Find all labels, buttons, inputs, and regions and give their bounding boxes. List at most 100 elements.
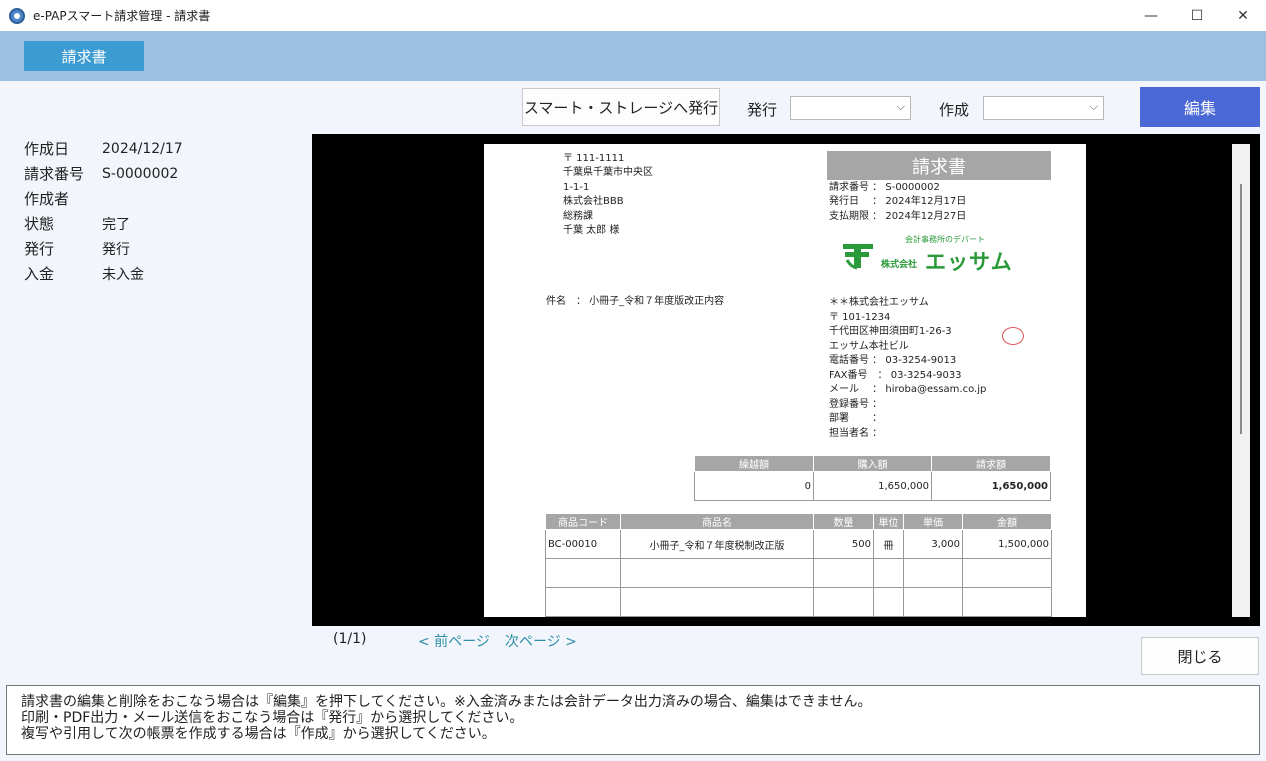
- recipient-line: 1-1-1: [563, 182, 590, 193]
- preview-scrollbar[interactable]: [1232, 144, 1250, 617]
- summary-table: 繰越額 購入額 請求額 0 1,650,000 1,650,000: [694, 455, 1051, 501]
- item-unit: 冊: [873, 529, 904, 559]
- logo-mark-icon: [843, 244, 873, 270]
- item-name: [620, 558, 814, 588]
- company-logo: 会計事務所のデパート 株式会社 エッサム: [841, 234, 1026, 274]
- issuer-line: FAX番号 ： 03-3254-9033: [829, 370, 962, 381]
- items-header: 商品名: [620, 513, 814, 530]
- table-row: [545, 587, 1052, 617]
- item-code: [545, 587, 621, 617]
- item-qty: [813, 558, 874, 588]
- table-row: BC-00010 小冊子_令和７年度税制改正版 500 冊 3,000 1,50…: [545, 529, 1052, 559]
- create-label: 作成: [939, 101, 970, 119]
- table-row: [545, 558, 1052, 588]
- edit-button[interactable]: 編集: [1140, 87, 1260, 127]
- item-price: 3,000: [903, 529, 963, 559]
- info-key: 作成者: [24, 190, 70, 208]
- info-row-created-date: 作成日 2024/12/17: [24, 136, 183, 161]
- logo-company-name: エッサム: [925, 250, 1013, 274]
- issue-select[interactable]: ⌵: [790, 96, 911, 120]
- recipient-line: 〒 111-1111: [563, 153, 625, 164]
- chevron-down-icon: ⌵: [896, 100, 905, 113]
- recipient-line: 総務課: [563, 211, 593, 222]
- invoice-title: 請求書: [827, 151, 1051, 180]
- page-indicator: (1/1): [333, 631, 367, 647]
- issuer-line: 千代田区神田須田町1-26-3: [829, 326, 952, 337]
- issuer-line: ＊＊株式会社エッサム: [829, 297, 929, 308]
- recipient-line: 株式会社BBB: [563, 196, 624, 207]
- scrollbar-thumb[interactable]: [1240, 184, 1242, 434]
- info-row-issue: 発行 発行: [24, 236, 183, 261]
- summary-header: 請求額: [931, 455, 1051, 472]
- issuer-line: 電話番号 ： 03-3254-9013: [829, 355, 957, 366]
- issuer-line: 担当者名 ：: [829, 428, 883, 439]
- seal-stamp-icon: [1002, 327, 1024, 345]
- window-title: e-PAPスマート請求管理 - 請求書: [33, 9, 211, 23]
- next-page-link[interactable]: 次ページ >: [505, 631, 577, 651]
- info-key: 状態: [24, 215, 55, 233]
- info-value: S-0000002: [102, 165, 179, 182]
- info-row-payment: 入金 未入金: [24, 261, 183, 286]
- help-line: 複写や引用して次の帳票を作成する場合は『作成』から選択してください。: [21, 726, 496, 742]
- item-price: [903, 587, 963, 617]
- window-titlebar: e-PAPスマート請求管理 - 請求書 — ☐ ✕: [0, 0, 1266, 31]
- items-header: 単位: [873, 513, 904, 530]
- info-row-invoice-number: 請求番号 S-0000002: [24, 161, 183, 186]
- create-select[interactable]: ⌵: [983, 96, 1104, 120]
- maximize-button[interactable]: ☐: [1174, 0, 1220, 31]
- items-header: 金額: [962, 513, 1052, 530]
- invoice-meta-line: 支払期限 ： 2024年12月27日: [829, 211, 967, 222]
- items-table: 商品コード 商品名 数量 単位 単価 金額 BC-00010 小冊子_令和７年度…: [545, 513, 1052, 617]
- invoice-subject: 件名 ： 小冊子_令和７年度版改正内容: [546, 296, 725, 307]
- item-code: BC-00010: [545, 529, 621, 559]
- info-key: 作成日: [24, 140, 70, 158]
- close-window-button[interactable]: ✕: [1220, 0, 1266, 31]
- logo-company-prefix: 株式会社: [881, 260, 918, 270]
- info-row-status: 状態 完了: [24, 211, 183, 236]
- minimize-button[interactable]: —: [1128, 0, 1174, 31]
- item-unit: [873, 587, 904, 617]
- info-key: 請求番号: [24, 165, 85, 183]
- items-header: 商品コード: [545, 513, 621, 530]
- item-amount: [962, 587, 1052, 617]
- summary-value: 1,650,000: [813, 471, 932, 501]
- summary-value: 0: [694, 471, 814, 501]
- help-line: 請求書の編集と削除をおこなう場合は『編集』を押下してください。※入金済みまたは会…: [21, 694, 872, 710]
- info-row-author: 作成者: [24, 186, 183, 211]
- issue-to-smart-storage-button[interactable]: スマート・ストレージへ発行: [522, 88, 720, 126]
- item-qty: 500: [813, 529, 874, 559]
- item-amount: [962, 558, 1052, 588]
- invoice-paper: 〒 111-1111 千葉県千葉市中央区 1-1-1 株式会社BBB 総務課 千…: [484, 144, 1086, 617]
- help-message-box: 請求書の編集と削除をおこなう場合は『編集』を押下してください。※入金済みまたは会…: [6, 685, 1260, 755]
- invoice-info-panel: 作成日 2024/12/17 請求番号 S-0000002 作成者 状態 完了 …: [24, 136, 183, 286]
- item-qty: [813, 587, 874, 617]
- header-band: 請求書: [0, 31, 1266, 81]
- info-key: 発行: [24, 240, 55, 258]
- issuer-line: メール ： hiroba@essam.co.jp: [829, 384, 987, 395]
- tab-invoice[interactable]: 請求書: [24, 41, 144, 71]
- close-button[interactable]: 閉じる: [1141, 637, 1259, 675]
- info-value: 完了: [102, 216, 130, 233]
- help-line: 印刷・PDF出力・メール送信をおこなう場合は『発行』から選択してください。: [21, 710, 524, 726]
- issuer-line: エッサム本社ビル: [829, 341, 909, 352]
- item-price: [903, 558, 963, 588]
- item-unit: [873, 558, 904, 588]
- recipient-line: 千葉 太郎 様: [563, 225, 620, 236]
- app-icon: [9, 7, 25, 24]
- window-controls: — ☐ ✕: [1128, 0, 1266, 31]
- info-value: 発行: [102, 241, 130, 258]
- item-code: [545, 558, 621, 588]
- recipient-line: 千葉県千葉市中央区: [563, 167, 653, 178]
- invoice-preview[interactable]: 〒 111-1111 千葉県千葉市中央区 1-1-1 株式会社BBB 総務課 千…: [312, 134, 1260, 626]
- item-name: 小冊子_令和７年度税制改正版: [620, 529, 814, 559]
- chevron-down-icon: ⌵: [1089, 100, 1098, 113]
- item-amount: 1,500,000: [962, 529, 1052, 559]
- summary-value: 1,650,000: [931, 471, 1051, 501]
- issuer-line: 部署 ：: [829, 413, 883, 424]
- issuer-line: 登録番号 ：: [829, 399, 883, 410]
- invoice-meta-line: 発行日 ： 2024年12月17日: [829, 196, 967, 207]
- summary-header: 購入額: [813, 455, 932, 472]
- info-value: 2024/12/17: [102, 140, 183, 157]
- item-name: [620, 587, 814, 617]
- prev-page-link[interactable]: < 前ページ: [418, 631, 490, 651]
